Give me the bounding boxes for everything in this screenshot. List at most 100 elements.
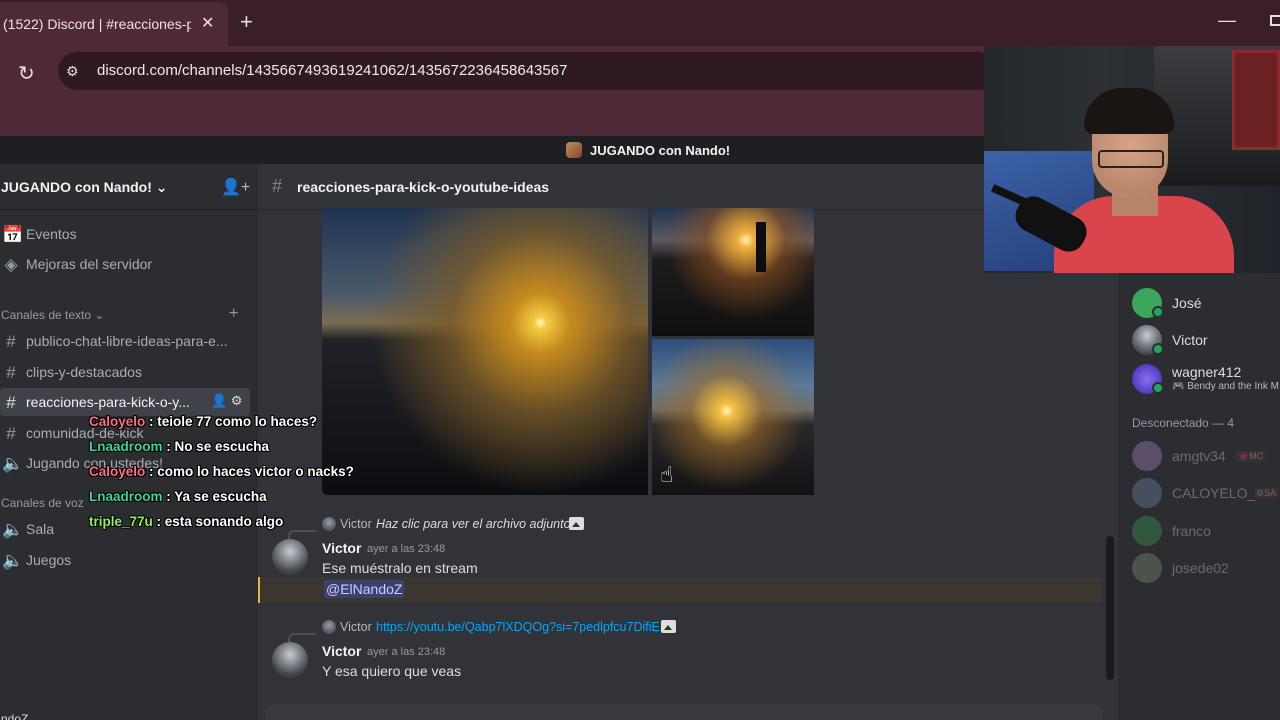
hash-icon: #	[6, 424, 16, 443]
stream-chat-line: triple_77u : esta sonando algo	[89, 514, 283, 529]
screen: (1522) Discord | #reacciones-pa ✕ + — ↻ …	[0, 0, 1280, 720]
member-tag: ⚙SA	[1254, 488, 1279, 499]
member-name: amgtv34	[1172, 448, 1226, 464]
reply-avatar	[322, 620, 336, 634]
message-author[interactable]: Victor	[322, 540, 361, 556]
stream-chat-user: Caloyelo	[89, 464, 146, 479]
hash-icon: #	[272, 176, 283, 196]
attachment-image-sunset-pole[interactable]	[652, 208, 814, 336]
speaker-icon: 🔈	[2, 454, 24, 473]
stream-chat-user: triple_77u	[89, 514, 153, 529]
hash-icon: #	[6, 393, 16, 412]
category-text-channels[interactable]: Canales de texto ⌄	[1, 308, 104, 322]
avatar	[1132, 478, 1162, 508]
member-item[interactable]: Victor	[1132, 321, 1280, 357]
channel-item-active[interactable]: # reacciones-para-kick-o-y... 👤 ⚙	[0, 388, 250, 416]
reply-link[interactable]: https://youtu.be/Qabp7lXDQOg?si=7pedlpfc…	[376, 620, 668, 634]
member-name: josede02	[1172, 560, 1229, 576]
window-maximize-icon[interactable]	[1270, 15, 1280, 26]
avatar[interactable]	[272, 539, 308, 575]
server-icon	[566, 142, 582, 158]
channel-settings-icons[interactable]: 👤 ⚙	[211, 393, 242, 409]
message-timestamp: ayer a las 23:48	[367, 543, 446, 555]
image-icon	[661, 620, 676, 633]
stream-chat-line: Lnaadroom : Ya se escucha	[89, 489, 267, 504]
member-item[interactable]: wagner412 🎮 Bendy and the Ink M	[1132, 360, 1280, 396]
online-status-icon	[1152, 343, 1164, 355]
member-name: José	[1172, 295, 1202, 311]
message-author[interactable]: Victor	[322, 643, 361, 659]
stream-chat-text: : como lo haces victor o nacks?	[145, 464, 354, 479]
new-tab-button[interactable]: +	[240, 9, 253, 35]
attachment-image-sunset-wide[interactable]	[322, 208, 648, 495]
hash-icon: #	[6, 363, 16, 382]
member-tag: 💗MC	[1236, 451, 1266, 462]
calendar-icon: 📅	[2, 225, 24, 244]
banner-title: JUGANDO con Nando!	[590, 143, 731, 158]
pole-shape	[756, 222, 766, 272]
stream-chat-text: : No se escucha	[162, 439, 270, 454]
reply-author[interactable]: Victor	[340, 517, 372, 531]
online-status-icon	[1152, 382, 1164, 394]
channel-title: reacciones-para-kick-o-youtube-ideas	[297, 179, 550, 195]
webcam-overlay	[984, 46, 1280, 273]
stream-chat-line: Caloyelo : teiole 77 como lo haces?	[89, 414, 317, 429]
stream-chat-user: Lnaadroom	[89, 489, 163, 504]
speaker-icon: 🔈	[2, 520, 24, 539]
online-status-icon	[1152, 306, 1164, 318]
avatar	[1132, 553, 1162, 583]
member-item[interactable]: CALOYELO_ ⚙SA	[1132, 474, 1280, 510]
voice-channel-item[interactable]: 🔈 Juegos	[0, 546, 250, 574]
message-input[interactable]	[266, 704, 1102, 720]
add-channel-icon[interactable]: +	[229, 305, 238, 323]
channel-item[interactable]: # publico-chat-libre-ideas-para-e...	[0, 327, 250, 355]
member-name: franco	[1172, 523, 1211, 539]
member-item[interactable]: amgtv34 💗MC	[1132, 437, 1280, 473]
boost-icon: ◈	[4, 255, 18, 274]
channel-item[interactable]: # clips-y-destacados	[0, 358, 250, 386]
reply-preview[interactable]: Haz clic para ver el archivo adjunto	[376, 517, 571, 531]
user-mention[interactable]: @ElNandoZ	[324, 580, 405, 598]
reload-icon[interactable]: ↻	[18, 61, 35, 86]
chat-scrollbar[interactable]	[1106, 536, 1114, 680]
window-minimize-icon[interactable]: —	[1218, 10, 1236, 31]
user-panel-name: ndoZ	[1, 712, 29, 720]
member-item[interactable]: José	[1132, 284, 1280, 320]
discord-avatar-icon	[1132, 516, 1162, 546]
offline-header: Desconectado — 4	[1132, 416, 1235, 430]
image-icon	[569, 517, 584, 530]
stream-chat-line: Lnaadroom : No se escucha	[89, 439, 269, 454]
stream-chat-text: : Ya se escucha	[162, 489, 267, 504]
member-item[interactable]: franco	[1132, 512, 1280, 548]
stream-chat-text: : esta sonando algo	[152, 514, 284, 529]
server-header[interactable]: JUGANDO con Nando! ⌄ 👤+	[0, 164, 258, 210]
channel-label: reacciones-para-kick-o-y...	[26, 394, 190, 410]
category-voice-channels[interactable]: Canales de voz	[1, 496, 84, 510]
message-timestamp: ayer a las 23:48	[367, 646, 446, 658]
stream-chat-user: Caloyelo	[89, 414, 146, 429]
reply-author[interactable]: Victor	[340, 620, 372, 634]
member-name: Victor	[1172, 332, 1208, 348]
channel-label: publico-chat-libre-ideas-para-e...	[26, 333, 228, 349]
hash-icon: #	[6, 332, 16, 351]
sidebar-item-label: Mejoras del servidor	[26, 256, 153, 272]
member-item[interactable]: josede02	[1132, 549, 1280, 585]
member-name: wagner412	[1172, 364, 1242, 380]
member-activity: 🎮 Bendy and the Ink M	[1172, 381, 1279, 392]
avatar[interactable]	[272, 642, 308, 678]
channel-label: clips-y-destacados	[26, 364, 142, 380]
sidebar-item-label: Eventos	[26, 226, 77, 242]
site-settings-icon[interactable]: ⚙	[66, 63, 79, 80]
browser-tab[interactable]: (1522) Discord | #reacciones-pa ✕	[0, 2, 228, 46]
attachment-image-sunset-hills[interactable]	[652, 339, 814, 495]
tab-close-icon[interactable]: ✕	[201, 13, 214, 33]
url-text: discord.com/channels/1435667493619241062…	[97, 62, 568, 79]
sidebar-item-eventos[interactable]: 📅 Eventos	[0, 220, 250, 248]
stream-chat-user: Lnaadroom	[89, 439, 163, 454]
invite-people-icon[interactable]: 👤+	[221, 177, 250, 197]
address-bar[interactable]: ⚙ discord.com/channels/14356674936192410…	[58, 52, 998, 90]
channel-label: Juegos	[26, 552, 72, 568]
sidebar-item-boosts[interactable]: ◈ Mejoras del servidor	[0, 250, 250, 278]
stream-chat-line: Caloyelo : como lo haces victor o nacks?	[89, 464, 354, 479]
browser-tabbar: (1522) Discord | #reacciones-pa ✕ + —	[0, 0, 1280, 46]
